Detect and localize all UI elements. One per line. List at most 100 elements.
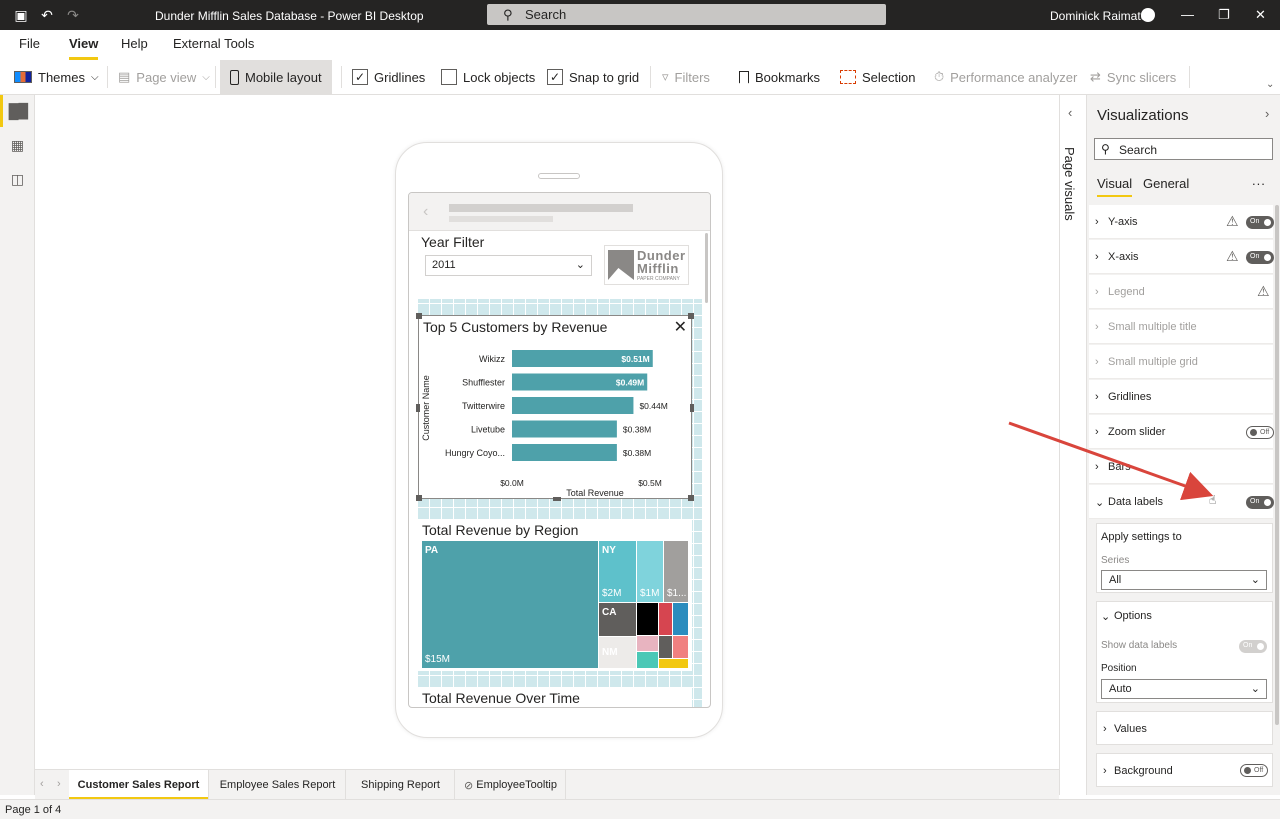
position-label: Position: [1101, 663, 1137, 674]
tab-employee-tooltip[interactable]: ⊘ EmployeeTooltip: [456, 770, 566, 800]
treemap-cell[interactable]: [673, 636, 688, 658]
treemap-cell[interactable]: [659, 636, 672, 658]
chevron-right-icon[interactable]: ›: [1265, 106, 1269, 121]
bar[interactable]: [512, 444, 617, 461]
phone-scrollbar[interactable]: [705, 233, 708, 303]
tab-visual[interactable]: Visual: [1097, 176, 1133, 197]
tab-employee-sales-report[interactable]: Employee Sales Report: [210, 770, 346, 800]
logo-tile[interactable]: Dunder Mifflin PAPER COMPANY: [602, 231, 702, 299]
tab-shipping-report[interactable]: Shipping Report: [347, 770, 455, 800]
year-filter-slicer[interactable]: Year Filter 2011 ⌄: [417, 231, 602, 299]
treemap-cell[interactable]: [637, 636, 658, 651]
tab-general[interactable]: General: [1143, 176, 1189, 191]
options-title[interactable]: Options: [1114, 610, 1152, 622]
ribbon-collapse-icon[interactable]: ⌄: [1266, 79, 1274, 90]
y-axis-toggle[interactable]: On: [1246, 216, 1274, 229]
treemap-cell[interactable]: $1M: [637, 541, 663, 602]
bookmarks-button[interactable]: Bookmarks: [739, 60, 820, 94]
gridlines-checkbox[interactable]: ✓ Gridlines: [352, 60, 425, 94]
resize-handle[interactable]: [416, 313, 422, 319]
snap-to-grid-checkbox[interactable]: ✓ Snap to grid: [547, 60, 639, 94]
restore-icon[interactable]: ❐: [1218, 7, 1230, 23]
tab-label: Shipping Report: [361, 779, 440, 791]
data-labels-toggle[interactable]: On: [1246, 496, 1274, 509]
chevron-down-icon[interactable]: ⌄: [1101, 610, 1110, 623]
user-name[interactable]: Dominick Raimato: [1050, 9, 1147, 23]
hand-cursor-icon: ☝: [1209, 493, 1217, 507]
report-view-icon[interactable]: █▉: [0, 95, 35, 127]
resize-handle[interactable]: [688, 495, 694, 501]
data-view-icon[interactable]: ▦: [0, 129, 35, 161]
year-filter-dropdown[interactable]: 2011 ⌄: [425, 255, 592, 276]
zoom-slider-toggle[interactable]: Off: [1246, 426, 1274, 439]
visualizations-search-input[interactable]: ⚲ Search: [1094, 138, 1273, 160]
selection-button[interactable]: Selection: [840, 60, 915, 94]
model-view-icon[interactable]: ◫: [0, 163, 35, 195]
bar[interactable]: [512, 397, 634, 414]
page-visuals-pane[interactable]: ‹ Page visuals: [1059, 95, 1087, 795]
treemap-cell[interactable]: [659, 659, 688, 668]
treemap-cell[interactable]: [673, 603, 688, 635]
section-x-axis[interactable]: › X-axis ⚠ On: [1089, 240, 1274, 274]
mobile-layout-button[interactable]: Mobile layout: [220, 60, 332, 94]
treemap-cell-ny[interactable]: NY $2M: [599, 541, 636, 602]
treemap-cell[interactable]: $1...: [664, 541, 688, 602]
section-gridlines[interactable]: › Gridlines: [1089, 380, 1273, 414]
menu-view[interactable]: View: [69, 36, 99, 60]
treemap-cell-ca[interactable]: CA: [599, 603, 636, 636]
search-icon: ⚲: [503, 7, 513, 22]
pane-scrollbar[interactable]: [1275, 205, 1279, 725]
resize-handle[interactable]: [553, 497, 561, 501]
treemap-value: $2M: [602, 588, 622, 599]
series-dropdown[interactable]: All ⌄: [1101, 570, 1267, 590]
chevron-right-icon[interactable]: ›: [57, 778, 61, 790]
treemap-cell[interactable]: [637, 603, 658, 635]
position-dropdown[interactable]: Auto ⌄: [1101, 679, 1267, 699]
themes-button[interactable]: Themes ⌵: [14, 60, 99, 94]
resize-handle[interactable]: [688, 313, 694, 319]
data-label: $0.38M: [623, 425, 651, 435]
more-options-icon[interactable]: ...: [1252, 173, 1266, 188]
section-zoom-slider[interactable]: › Zoom slider Off: [1089, 415, 1274, 449]
minimize-icon[interactable]: —: [1181, 7, 1194, 22]
treemap-cell[interactable]: [637, 652, 658, 668]
undo-icon[interactable]: ↶: [38, 6, 56, 24]
revenue-by-region-treemap[interactable]: Total Revenue by Region PA $15M NY $2M $…: [418, 519, 692, 671]
chevron-left-icon[interactable]: ‹: [40, 778, 44, 790]
ribbon-separator: [650, 66, 651, 88]
treemap-cell[interactable]: [659, 603, 672, 635]
save-icon[interactable]: ▣: [12, 6, 30, 24]
performance-icon: ⏱: [934, 69, 945, 84]
close-icon[interactable]: ✕: [1255, 7, 1266, 23]
top-customers-bar-chart[interactable]: Top 5 Customers by Revenue ✕ Wikizz $0.51…: [416, 313, 694, 501]
resize-handle[interactable]: [690, 404, 694, 412]
background-toggle[interactable]: Off: [1240, 764, 1268, 777]
revenue-over-time-chart[interactable]: Total Revenue Over Time: [418, 687, 692, 707]
x-axis-toggle[interactable]: On: [1246, 251, 1274, 264]
bar[interactable]: [512, 420, 617, 438]
avatar[interactable]: [1141, 8, 1155, 22]
chevron-down-icon: ⌄: [1250, 683, 1260, 695]
values-label: Values: [1114, 723, 1147, 735]
background-card[interactable]: › Background Off: [1096, 753, 1273, 787]
warning-icon: ⚠: [1226, 213, 1239, 229]
menu-help[interactable]: Help: [121, 36, 148, 51]
chevron-right-icon: ›: [1095, 251, 1099, 263]
lock-objects-checkbox[interactable]: Lock objects: [441, 60, 535, 94]
treemap-cell-pa[interactable]: PA $15M: [422, 541, 598, 668]
chevron-left-icon[interactable]: ‹: [1068, 105, 1072, 120]
section-bars[interactable]: › Bars: [1089, 450, 1273, 484]
bookmarks-label: Bookmarks: [755, 69, 821, 85]
values-card[interactable]: › Values: [1096, 711, 1273, 745]
tab-customer-sales-report[interactable]: Customer Sales Report: [69, 770, 209, 800]
series-label: Series: [1101, 555, 1130, 566]
treemap-cell-nm[interactable]: NM: [599, 637, 636, 668]
menu-external-tools[interactable]: External Tools: [173, 36, 254, 51]
menu-file[interactable]: File: [19, 36, 40, 51]
section-y-axis[interactable]: › Y-axis ⚠ On: [1089, 205, 1274, 239]
themes-label: Themes: [38, 69, 85, 85]
title-search-box[interactable]: ⚲ Search: [487, 4, 886, 25]
resize-handle[interactable]: [416, 495, 422, 501]
resize-handle[interactable]: [416, 404, 420, 412]
section-data-labels[interactable]: ⌄ Data labels ☝ On: [1089, 485, 1274, 519]
